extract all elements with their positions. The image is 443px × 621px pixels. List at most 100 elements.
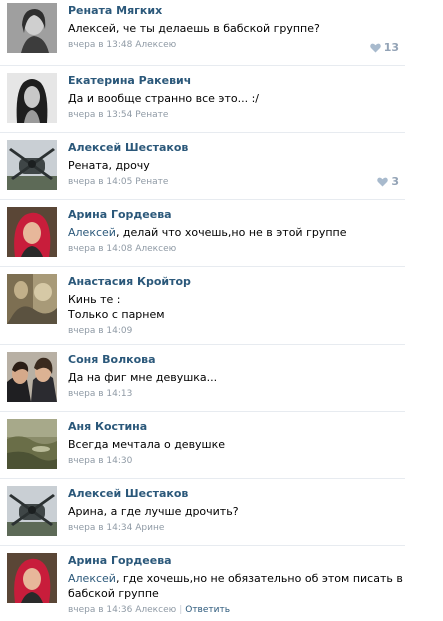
comment-text: Да на фиг мне девушка... xyxy=(68,370,405,385)
comment-line: Кинь те : xyxy=(68,293,121,306)
comment-text: Алексей, делай что хочешь,но не в этой г… xyxy=(68,225,405,240)
comment-text: Рената, дрочу xyxy=(68,158,405,173)
avatar[interactable] xyxy=(7,140,57,190)
comment-item: Алексей Шестаков Рената, дрочу вчера в 1… xyxy=(0,133,405,200)
like-count: 3 xyxy=(391,175,399,188)
comment-time[interactable]: вчера в 14:09 xyxy=(68,326,132,336)
comment-body: Алексей Шестаков Рената, дрочу вчера в 1… xyxy=(68,141,405,189)
comment-item: Соня Волкова Да на фиг мне девушка... вч… xyxy=(0,345,405,412)
comment-meta: вчера в 13:48 Алексею xyxy=(68,39,405,52)
comment-time[interactable]: вчера в 14:30 xyxy=(68,456,132,466)
comment-time[interactable]: вчера в 14:08 xyxy=(68,244,132,254)
meta-separator: | xyxy=(179,605,183,615)
comment-body: Арина Гордеева Алексей, делай что хочешь… xyxy=(68,208,405,256)
comment-time[interactable]: вчера в 14:13 xyxy=(68,389,132,399)
comment-meta: вчера в 14:34 Арине xyxy=(68,522,405,535)
comment-line: Алексей, делай что хочешь,но не в этой г… xyxy=(68,225,405,240)
comment-item: Арина Гордеева Алексей, где хочешь,но не… xyxy=(0,546,405,621)
avatar-woman-photo-icon xyxy=(7,3,57,53)
comment-author[interactable]: Алексей Шестаков xyxy=(68,487,405,501)
comment-reply-to[interactable]: Алексею xyxy=(135,40,176,50)
comment-body: Екатерина Ракевич Да и вообще странно вс… xyxy=(68,74,405,122)
comment-author[interactable]: Екатерина Ракевич xyxy=(68,74,405,88)
comment-meta: вчера в 14:13 xyxy=(68,388,405,401)
comment-line: Алексей, че ты делаешь в бабской группе? xyxy=(68,22,320,35)
comment-line: Только с парнем xyxy=(68,308,165,321)
comment-text: Алексей, где хочешь,но не обязательно об… xyxy=(68,571,405,601)
comment-author[interactable]: Рената Мягких xyxy=(68,4,405,18)
comment-reply-to[interactable]: Алексею xyxy=(135,244,176,254)
comment-body: Алексей Шестаков Арина, а где лучше дроч… xyxy=(68,487,405,535)
comment-body: Соня Волкова Да на фиг мне девушка... вч… xyxy=(68,353,405,401)
comment-reply-to[interactable]: Алексею xyxy=(135,605,176,615)
comment-body: Анастасия Кройтор Кинь те : Только с пар… xyxy=(68,275,405,338)
comment-text: Кинь те : Только с парнем xyxy=(68,292,405,322)
comment-reply-to[interactable]: Ренате xyxy=(135,177,168,187)
comment-item: Алексей Шестаков Арина, а где лучше дроч… xyxy=(0,479,405,546)
avatar-landscape-photo-icon xyxy=(7,419,57,469)
avatar[interactable] xyxy=(7,207,57,257)
comment-line-text: , где хочешь,но не обязательно об этом п… xyxy=(115,572,403,585)
avatar[interactable] xyxy=(7,553,57,603)
comment-author[interactable]: Аня Костина xyxy=(68,420,405,434)
comment-meta: вчера в 13:54 Ренате xyxy=(68,109,405,122)
comment-line: бабской группе xyxy=(68,587,159,600)
avatar[interactable] xyxy=(7,419,57,469)
comment-item: Екатерина Ракевич Да и вообще странно вс… xyxy=(0,66,405,133)
avatar[interactable] xyxy=(7,486,57,536)
avatar-photo-icon xyxy=(7,274,57,324)
avatar[interactable] xyxy=(7,274,57,324)
reply-button[interactable]: Ответить xyxy=(185,605,230,615)
mention-link[interactable]: Алексей xyxy=(68,572,116,585)
comment-time[interactable]: вчера в 13:54 xyxy=(68,110,132,120)
comment-meta: вчера в 14:05 Ренате xyxy=(68,176,405,189)
comment-author[interactable]: Алексей Шестаков xyxy=(68,141,405,155)
comment-author[interactable]: Арина Гордеева xyxy=(68,208,405,222)
comment-item: Рената Мягких Алексей, че ты делаешь в б… xyxy=(0,0,405,66)
avatar-redhair-photo-icon xyxy=(7,207,57,257)
comment-meta: вчера в 14:08 Алексею xyxy=(68,243,405,256)
comment-meta: вчера в 14:09 xyxy=(68,325,405,338)
comment-meta: вчера в 14:36 Алексею | Ответить xyxy=(68,604,405,617)
avatar-girl-photo-icon xyxy=(7,73,57,123)
comment-line: Да и вообще странно все это... :/ xyxy=(68,92,259,105)
comment-time[interactable]: вчера в 14:34 xyxy=(68,523,132,533)
comment-text: Всегда мечтала о девушке xyxy=(68,437,405,452)
comment-author[interactable]: Соня Волкова xyxy=(68,353,405,367)
comment-body: Аня Костина Всегда мечтала о девушке вче… xyxy=(68,420,405,468)
comment-time[interactable]: вчера в 14:36 xyxy=(68,605,132,615)
comment-text: Арина, а где лучше дрочить? xyxy=(68,504,405,519)
comment-text: Алексей, че ты делаешь в бабской группе? xyxy=(68,21,405,36)
comment-line: Арина, а где лучше дрочить? xyxy=(68,505,239,518)
like-button[interactable]: 13 xyxy=(369,41,399,54)
avatar[interactable] xyxy=(7,352,57,402)
avatar[interactable] xyxy=(7,3,57,53)
comment-line: Да на фиг мне девушка... xyxy=(68,371,218,384)
comment-body: Арина Гордеева Алексей, где хочешь,но не… xyxy=(68,554,405,617)
comment-text: Да и вообще странно все это... :/ xyxy=(68,91,405,106)
comment-line: Алексей, где хочешь,но не обязательно об… xyxy=(68,571,405,586)
heart-icon xyxy=(377,177,389,186)
avatar-airplane-photo-icon xyxy=(7,140,57,190)
comment-item: Анастасия Кройтор Кинь те : Только с пар… xyxy=(0,267,405,345)
comment-reply-to[interactable]: Ренате xyxy=(135,110,168,120)
like-button[interactable]: 3 xyxy=(377,175,399,188)
comment-time[interactable]: вчера в 13:48 xyxy=(68,40,132,50)
comment-item: Аня Костина Всегда мечтала о девушке вче… xyxy=(0,412,405,479)
comment-time[interactable]: вчера в 14:05 xyxy=(68,177,132,187)
like-count: 13 xyxy=(383,41,399,54)
comment-item: Арина Гордеева Алексей, делай что хочешь… xyxy=(0,200,405,267)
comment-line: Рената, дрочу xyxy=(68,159,150,172)
comment-body: Рената Мягких Алексей, че ты делаешь в б… xyxy=(68,4,405,52)
comment-author[interactable]: Анастасия Кройтор xyxy=(68,275,405,289)
comment-author[interactable]: Арина Гордеева xyxy=(68,554,405,568)
avatar-redhair-photo-icon xyxy=(7,553,57,603)
comment-meta: вчера в 14:30 xyxy=(68,455,405,468)
comment-line-text: , делай что хочешь,но не в этой группе xyxy=(115,226,347,239)
heart-icon xyxy=(369,43,381,52)
mention-link[interactable]: Алексей xyxy=(68,226,116,239)
avatar[interactable] xyxy=(7,73,57,123)
avatar-airplane-photo-icon xyxy=(7,486,57,536)
comment-reply-to[interactable]: Арине xyxy=(135,523,164,533)
avatar-two-men-photo-icon xyxy=(7,352,57,402)
